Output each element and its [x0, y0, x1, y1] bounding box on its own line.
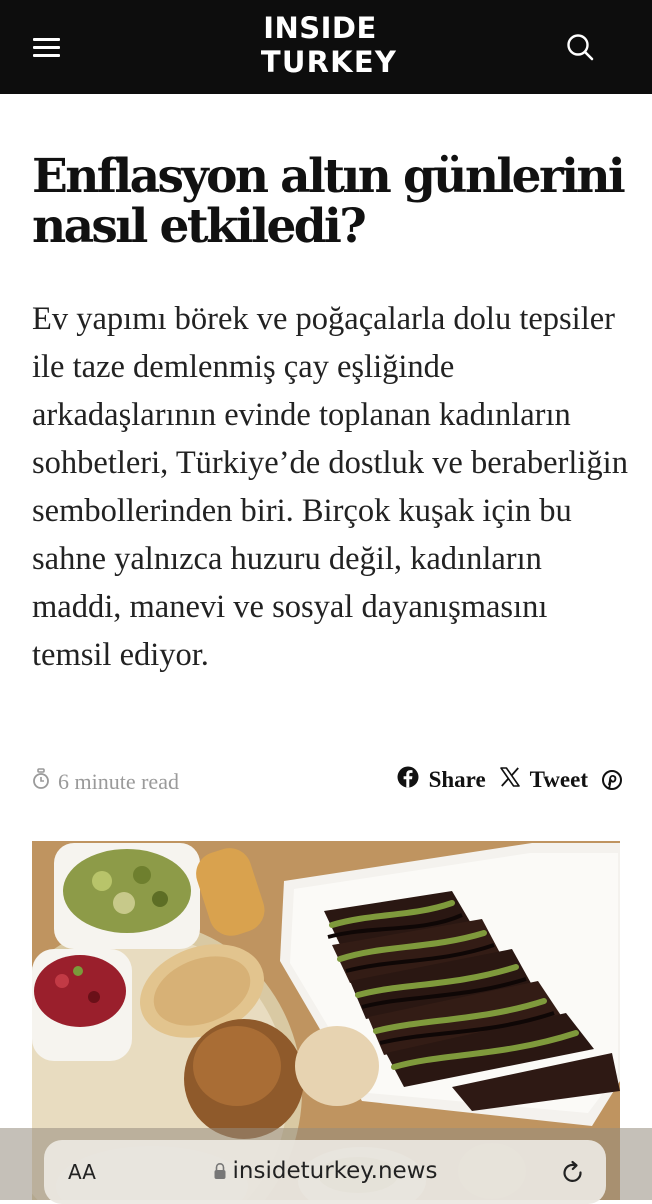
- search-icon[interactable]: [565, 32, 595, 62]
- reload-icon[interactable]: [560, 1160, 586, 1186]
- pinterest-icon[interactable]: [602, 770, 622, 790]
- article-meta: 6 minute read Share Tweet: [32, 764, 622, 800]
- share-bar: Share Tweet: [397, 766, 622, 794]
- url-text: insideturkey.news: [232, 1158, 438, 1184]
- site-header: INSIDE TURKEY: [0, 0, 652, 94]
- url-field[interactable]: insideturkey.news: [44, 1158, 606, 1186]
- share-label: Share: [428, 767, 486, 792]
- article-title: Enflasyon altın günlerini nasıl etkiledi…: [32, 149, 626, 254]
- tweet-button[interactable]: Tweet: [499, 767, 588, 793]
- article-lede: Ev yapımı börek ve poğaçalarla dolu teps…: [32, 301, 628, 673]
- logo-line-1: INSIDE: [263, 11, 377, 45]
- stopwatch-icon: [32, 768, 58, 796]
- read-time-label: 6 minute read: [58, 769, 179, 794]
- browser-toolbar: AA insideturkey.news: [0, 1128, 652, 1204]
- address-bar[interactable]: AA insideturkey.news: [44, 1140, 606, 1204]
- read-time: 6 minute read: [32, 768, 179, 796]
- tweet-label: Tweet: [529, 767, 588, 792]
- facebook-icon: [397, 766, 429, 794]
- site-logo[interactable]: INSIDE TURKEY: [0, 11, 652, 79]
- facebook-share-button[interactable]: Share: [397, 766, 486, 794]
- lock-icon: [213, 1160, 227, 1186]
- x-twitter-icon: [499, 767, 530, 793]
- logo-line-2: TURKEY: [260, 45, 398, 79]
